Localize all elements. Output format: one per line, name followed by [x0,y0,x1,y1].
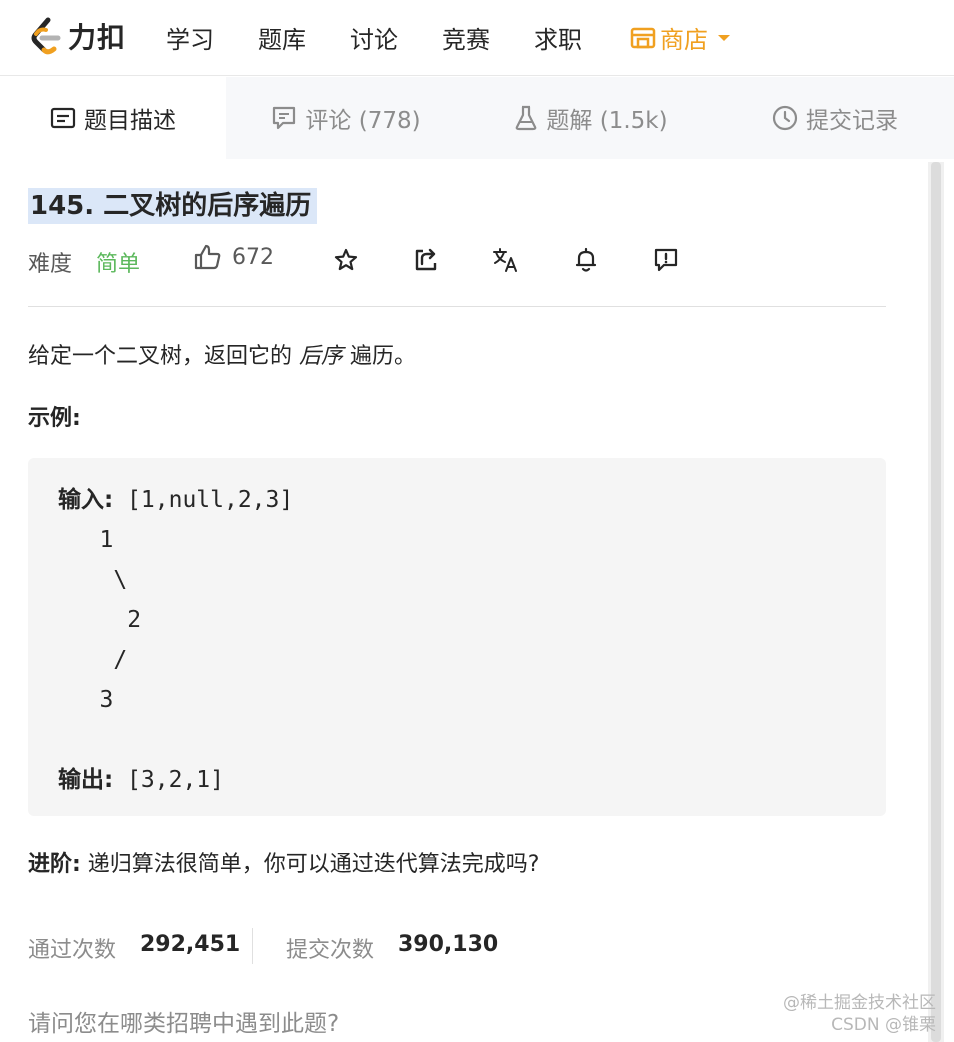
leetcode-logo[interactable]: 力扣 [28,16,126,56]
nav-contest[interactable]: 竞赛 [442,20,490,55]
chevron-down-icon [718,34,730,41]
tree-line: 1 [58,527,114,553]
difficulty-badge: 简单 [96,252,141,277]
problem-description: 给定一个二叉树，返回它的 后序 遍历。 [28,338,416,370]
nav-jobs[interactable]: 求职 [534,20,582,55]
submissions-label: 提交次数 [286,938,375,963]
flask-icon [516,105,537,131]
tab-submissions-label: 提交记录 [806,108,898,134]
example-label: 示例: [28,406,81,431]
accepted-label: 通过次数 [28,938,117,963]
like-button[interactable]: 672 [194,244,274,270]
feedback-icon [654,248,678,272]
tab-description-label: 题目描述 [84,108,176,134]
accepted-count: 292,451 [140,932,241,957]
example-code: 输入: [1,null,2,3] 1 \ 2 / 3 输出: [3,2,1] [58,480,293,800]
store-icon [630,27,656,48]
submissions-count: 390,130 [398,932,499,957]
thumbs-up-icon [194,244,221,270]
input-value: [1,null,2,3] [113,487,294,513]
translate-button[interactable] [492,246,520,274]
description-emphasis: 后序 [299,344,344,369]
scrollbar-thumb[interactable] [931,162,941,1042]
share-button[interactable] [412,246,440,274]
tree-line: \ [58,567,128,593]
leetcode-logo-icon [31,17,61,55]
tree-line: / [58,647,128,673]
tab-solutions[interactable]: 题解 (1.5k) [466,77,716,159]
tree-line: 2 [58,607,142,633]
top-navigation: 力扣 学习 题库 讨论 竞赛 求职 商店 [0,0,954,76]
description-text-before: 给定一个二叉树，返回它的 [28,344,299,369]
brand-name: 力扣 [68,21,127,54]
feedback-button[interactable] [652,246,680,274]
watermark-line-1: @稀土掘金技术社区 [783,993,936,1013]
followup-label: 进阶: [28,852,81,877]
nav-discuss[interactable]: 讨论 [350,20,398,55]
watermark: @稀土掘金技术社区 CSDN @锥栗 [783,992,936,1036]
followup-note: 进阶: 递归算法很简单，你可以通过迭代算法完成吗? [28,846,539,878]
nav-store[interactable]: 商店 [630,20,730,55]
translate-icon [493,248,517,272]
nav-problemset[interactable]: 题库 [258,20,306,55]
like-count: 672 [232,244,274,270]
description-text-after: 遍历。 [343,344,417,369]
problem-title: 145. 二叉树的后序遍历 [28,188,318,224]
problem-meta: 难度 简单 672 [28,240,888,280]
comment-icon [273,106,296,130]
difficulty-label: 难度 [28,252,73,277]
tree-line: 3 [58,687,114,713]
meta-divider [28,306,886,307]
stats-divider [252,928,253,964]
share-icon [415,248,437,271]
star-icon [334,248,358,271]
problem-tabs: 题目描述 评论 (778) 题解 (1.5k) 提交记录 [0,77,954,159]
tab-description[interactable]: 题目描述 [0,77,226,159]
tab-submissions[interactable]: 提交记录 [716,77,954,159]
followup-text: 递归算法很简单，你可以通过迭代算法完成吗? [80,852,540,877]
nav-study[interactable]: 学习 [166,20,214,55]
output-value: [3,2,1] [113,767,224,793]
output-label: 输出: [58,767,114,793]
problem-stats: 通过次数 292,451 提交次数 390,130 [28,926,888,966]
tab-solutions-label: 题解 (1.5k) [546,108,668,134]
tab-comments[interactable]: 评论 (778) [226,77,466,159]
nav-store-label: 商店 [660,26,708,54]
notification-button[interactable] [572,246,600,274]
clock-icon [772,105,798,131]
input-label: 输入: [58,487,114,513]
description-icon [50,107,76,129]
watermark-line-2: CSDN @锥栗 [831,1015,936,1035]
bell-icon [575,247,597,272]
favorite-button[interactable] [332,246,360,274]
example-code-block: 输入: [1,null,2,3] 1 \ 2 / 3 输出: [3,2,1] [28,458,886,816]
tab-comments-label: 评论 (778) [305,108,421,134]
interview-question-prompt[interactable]: 请问您在哪类招聘中遇到此题? [28,1004,339,1038]
